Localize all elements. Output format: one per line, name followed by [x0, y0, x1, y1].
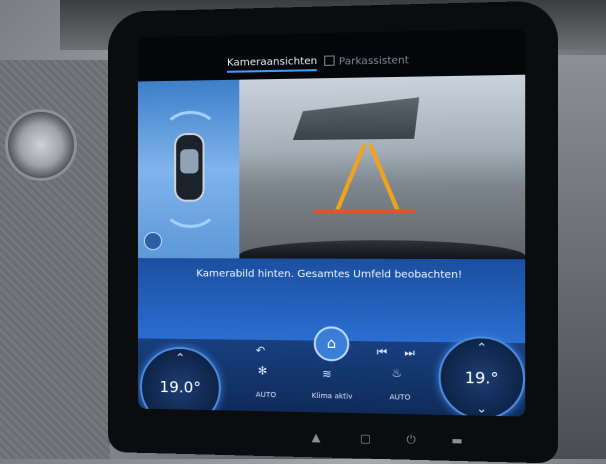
defrost-icon[interactable]: ≋: [322, 367, 332, 380]
left-temp-value: 19.0°: [160, 378, 201, 397]
infotainment-display: Kameraansichten Parkassistent Kamerabild…: [108, 0, 558, 463]
tab-camera-views[interactable]: Kameraansichten: [227, 56, 317, 69]
right-temp-dial[interactable]: ⌃ 19.° ⌄: [439, 336, 526, 417]
climate-bar: ⌃ 19.0° ⌄ ↶ ⌂ ⏮ ⏭ ✻ ≋ ♨ AUTO Klima aktiv…: [138, 338, 525, 416]
vehicle-top-icon: [174, 133, 204, 202]
tab-park-assist[interactable]: Parkassistent: [324, 54, 409, 68]
left-temp-up-icon[interactable]: ⌃: [175, 351, 185, 365]
left-temp-down-icon[interactable]: ⌄: [175, 409, 185, 416]
home-button[interactable]: ⌂: [314, 326, 350, 361]
left-auto-label[interactable]: AUTO: [256, 391, 276, 400]
parking-icon: [324, 55, 334, 65]
hardware-home-icon[interactable]: ▢: [360, 432, 371, 446]
rear-bumper: [239, 240, 525, 259]
camera-status-text: Kamerabild hinten. Gesamtes Umfeld beoba…: [138, 268, 525, 281]
right-temp-down-icon[interactable]: ⌄: [476, 401, 487, 416]
left-guide-line: [335, 144, 366, 212]
right-auto-label[interactable]: AUTO: [389, 393, 410, 402]
seat-heat-icon[interactable]: ♨: [392, 366, 402, 380]
top-view-camera[interactable]: [138, 80, 239, 259]
right-temp-value: 19.°: [465, 368, 499, 387]
previous-track-icon[interactable]: ⏮: [377, 345, 387, 360]
rear-camera-view: [239, 75, 525, 260]
hardware-volume-icon[interactable]: ▬: [451, 434, 462, 448]
display-screen: Kameraansichten Parkassistent Kamerabild…: [138, 29, 525, 417]
hardware-power-icon[interactable]: ⏻: [406, 433, 415, 448]
back-arrow-icon[interactable]: ↶: [256, 344, 265, 357]
left-temp-dial[interactable]: ⌃ 19.0° ⌄: [140, 346, 221, 416]
tab-bar: Kameraansichten Parkassistent: [138, 29, 525, 82]
fan-icon[interactable]: ✻: [258, 364, 268, 377]
next-track-icon[interactable]: ⏭: [404, 346, 415, 361]
air-vent: [8, 112, 74, 178]
camera-scene-building: [293, 97, 419, 140]
right-guide-line: [368, 144, 400, 212]
distance-guide-bar: [314, 209, 415, 213]
hardware-hazard-icon[interactable]: ▲: [312, 431, 321, 445]
right-temp-up-icon[interactable]: ⌃: [476, 340, 487, 355]
camera-mode-icon[interactable]: [144, 232, 162, 250]
tab-park-assist-label: Parkassistent: [339, 55, 409, 68]
climate-center-label[interactable]: Klima aktiv: [312, 392, 353, 401]
home-icon: ⌂: [327, 336, 336, 353]
